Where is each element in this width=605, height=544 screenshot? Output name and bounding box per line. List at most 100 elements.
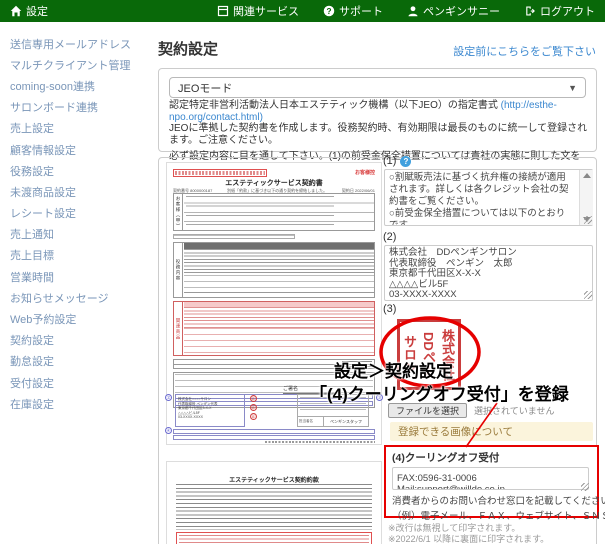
seal-icon: 印	[250, 395, 257, 402]
jeo-mode-select[interactable]: JEOモード ▼	[169, 77, 586, 98]
window-icon	[217, 5, 229, 17]
contract-service-rows	[184, 249, 374, 275]
resize-grip-icon[interactable]	[581, 483, 589, 491]
sidebar-item-service-settings[interactable]: 役務設定	[10, 160, 152, 181]
contract-coolingoff-box	[173, 435, 375, 440]
nav-home-label: 設定	[26, 6, 48, 18]
contract-customer-rows	[184, 194, 374, 230]
coolingoff-contact-input[interactable]: FAX:0596-31-0006 Mail:support@willdo.co.…	[392, 467, 589, 490]
nav-logout-label: ログアウト	[540, 6, 595, 18]
coolingoff-highlight-box: (4)クーリングオフ受付 FAX:0596-31-0006 Mail:suppo…	[384, 445, 605, 522]
top-navbar: 設定 関連サービス ? サポート ペンギンサニー ログアウト	[0, 0, 605, 22]
jeo-mode-selected: JEOモード	[178, 82, 233, 95]
contract-seal-column: 印 印 印	[249, 394, 258, 427]
terms-preview-image: エステティックサービス契約約款	[166, 461, 382, 544]
contract-coolingoff-row	[173, 429, 375, 434]
terms-coolingoff-redbox	[176, 532, 372, 544]
contract-party-b-box: 株式会社○○○○サロン 代表取締役 ペンギン代表 東京都千代田区3-X-X △△…	[175, 394, 245, 427]
contract-service-table: 役務内容	[173, 242, 375, 298]
sidebar-item-undelivered-goods[interactable]: 未渡商品設定	[10, 181, 152, 202]
sidebar-item-receipt-settings[interactable]: レシート設定	[10, 203, 152, 224]
circled-number-4: ④	[165, 427, 172, 434]
contract-preview-notice-box	[173, 169, 267, 177]
sidebar-item-send-mail[interactable]: 送信専用メールアドレス	[10, 33, 152, 54]
seal-icon: 印	[250, 413, 257, 420]
contract-service-total-row	[184, 292, 374, 297]
chevron-down-icon: ▼	[568, 82, 577, 93]
logout-icon	[526, 6, 535, 16]
nav-account-label: ペンギンサニー	[423, 6, 500, 18]
pre-setup-help-link[interactable]: 設定前にこちらをご覧下さい	[453, 43, 596, 59]
sidebar-item-customer-info[interactable]: 顧客情報設定	[10, 139, 152, 160]
section4-help2: （例）電子メール、ＦＡＸ、ウェブサイト、ＳＮＳアカウント等	[392, 511, 605, 522]
contract-settings-screen: 設定 関連サービス ? サポート ペンギンサニー ログアウト 送信専用メールアド…	[0, 0, 605, 544]
jeo-mode-card: JEOモード ▼ 認定特定非営利活動法人日本エステティック機構（以下JEO）の指…	[158, 68, 597, 174]
contract-copy-tag: お客様控	[354, 170, 375, 176]
jeo-desc-line2: JEOに準拠した契約書を作成します。役務契約時、有効期限は最長のものに統一して登…	[169, 123, 588, 146]
contract-customer-table: お客様（甲）	[173, 193, 375, 231]
question-icon: ?	[323, 5, 335, 17]
scroll-up-icon[interactable]	[583, 173, 591, 178]
help-icon[interactable]: ?	[400, 155, 412, 167]
contract-staff-label: 担当者名	[298, 417, 324, 426]
nav-account[interactable]: ペンギンサニー	[407, 3, 500, 19]
nav-home[interactable]: 設定	[10, 3, 48, 19]
svg-text:?: ?	[326, 7, 331, 16]
nav-right-group: 関連サービス ? サポート ペンギンサニー ログアウト	[217, 3, 595, 19]
contract-period-row	[173, 234, 295, 239]
contract-goods-rows	[184, 307, 374, 328]
contract-service-label: 役務内容	[174, 243, 183, 297]
sidebar-item-sales-target[interactable]: 売上目標	[10, 245, 152, 266]
sidebar-item-notice-message[interactable]: お知らせメッセージ	[10, 287, 152, 308]
section3-label: (3)	[383, 303, 397, 315]
deposit-protection-textarea[interactable]: ○割賦販売法に基づく抗弁権の接続が適用されます。詳しくは各クレジット会社の契約書…	[384, 169, 593, 226]
section2-label: (2)	[383, 231, 397, 243]
nav-logout[interactable]: ログアウト	[524, 3, 595, 19]
home-icon	[10, 5, 22, 17]
sidebar-item-sales-settings[interactable]: 売上設定	[10, 118, 152, 139]
contract-customer-label: お客様（甲）	[176, 194, 183, 230]
sidebar-item-contract-settings[interactable]: 契約設定	[10, 330, 152, 351]
sidebar-item-sales-notice[interactable]: 売上通知	[10, 224, 152, 245]
circled-number-2: ②	[165, 394, 172, 401]
image-info-banner[interactable]: 登録できる画像について	[390, 422, 593, 441]
terms-doc-title: エステティックサービス契約約款	[229, 478, 319, 484]
sidebar-item-web-reservation[interactable]: Web予約設定	[10, 308, 152, 329]
company-info-textarea[interactable]: 株式会社 DDペンギンサロン 代表取締役 ペンギン 太郎 東京都千代田区X-X-…	[384, 245, 593, 301]
contract-goods-empty-rows	[184, 328, 374, 355]
section1-label: (1)	[383, 155, 397, 167]
sidebar-item-salonboard[interactable]: サロンボード連携	[10, 97, 152, 118]
contract-doc-title: エステティックサービス契約書	[225, 180, 323, 187]
contract-goods-table: 関連商品	[173, 301, 375, 356]
nav-related-services[interactable]: 関連サービス	[217, 3, 299, 19]
sidebar-item-business-hours[interactable]: 営業時間	[10, 266, 152, 287]
nav-support-label: サポート	[339, 6, 383, 18]
annotation-text-line2: 「(4)クーリングオフ受付」を登録	[310, 385, 569, 404]
section1-label-row: (1) ?	[383, 155, 412, 167]
sidebar-item-attendance[interactable]: 勤怠設定	[10, 351, 152, 372]
nav-related-services-label: 関連サービス	[233, 6, 299, 18]
contract-staff-name: ペンギンスタッフ	[330, 418, 362, 424]
contract-footer-line	[265, 441, 375, 443]
terms-body-lines	[176, 484, 372, 530]
sidebar-item-reception[interactable]: 受付設定	[10, 372, 152, 393]
stamp-file-input: ファイルを選択 選択されていません	[388, 403, 554, 418]
file-select-button[interactable]: ファイルを選択	[388, 403, 468, 418]
seal-icon: 印	[250, 404, 257, 411]
user-icon	[408, 6, 418, 17]
sidebar-item-coming-soon[interactable]: coming-soon連携	[10, 75, 152, 96]
sidebar-item-inventory[interactable]: 在庫設定	[10, 393, 152, 414]
nav-support[interactable]: ? サポート	[323, 3, 383, 19]
contract-staff-row: 担当者名 ペンギンスタッフ	[298, 416, 368, 426]
sidebar-item-multiclient[interactable]: マルチクライアント管理	[10, 54, 152, 75]
resize-grip-icon[interactable]	[584, 291, 592, 299]
contract-goods-label: 関連商品	[174, 302, 183, 355]
file-select-status: 選択されていません	[474, 406, 555, 416]
jeo-desc-line1: 認定特定非営利活動法人日本エステティック機構（以下JEO）の指定書式 (http…	[169, 100, 588, 123]
section4-label: (4)クーリングオフ受付	[392, 452, 500, 464]
jeo-desc-line1-text: 認定特定非営利活動法人日本エステティック機構（以下JEO）の指定書式	[169, 100, 501, 111]
annotation-text-line1: 設定＞契約設定	[334, 362, 453, 381]
section2-label-row: (2)	[383, 231, 396, 243]
contract-service-empty-rows	[184, 275, 374, 292]
resize-grip-icon[interactable]	[584, 216, 592, 224]
